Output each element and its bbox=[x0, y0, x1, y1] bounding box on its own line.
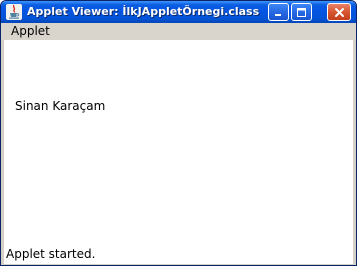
status-text: Applet started. bbox=[6, 247, 96, 261]
status-bar: Applet started. bbox=[4, 240, 353, 264]
java-cup-icon[interactable] bbox=[6, 4, 22, 20]
maximize-button[interactable] bbox=[291, 3, 312, 21]
menu-applet[interactable]: Applet bbox=[11, 24, 50, 39]
minimize-icon bbox=[275, 13, 281, 16]
window-title: Applet Viewer: İlkJAppletÖrnegi.class bbox=[27, 5, 260, 18]
applet-viewer-window: Applet Viewer: İlkJAppletÖrnegi.class Ap… bbox=[0, 0, 357, 266]
menu-bar: Applet bbox=[1, 23, 356, 40]
applet-content-area[interactable]: Sinan Karaçam bbox=[4, 40, 353, 240]
applet-label: Sinan Karaçam bbox=[15, 99, 106, 113]
minimize-button[interactable] bbox=[268, 3, 289, 21]
maximize-icon bbox=[297, 7, 306, 17]
close-icon bbox=[334, 7, 344, 17]
title-bar[interactable]: Applet Viewer: İlkJAppletÖrnegi.class bbox=[1, 1, 356, 23]
close-button[interactable] bbox=[327, 3, 351, 21]
